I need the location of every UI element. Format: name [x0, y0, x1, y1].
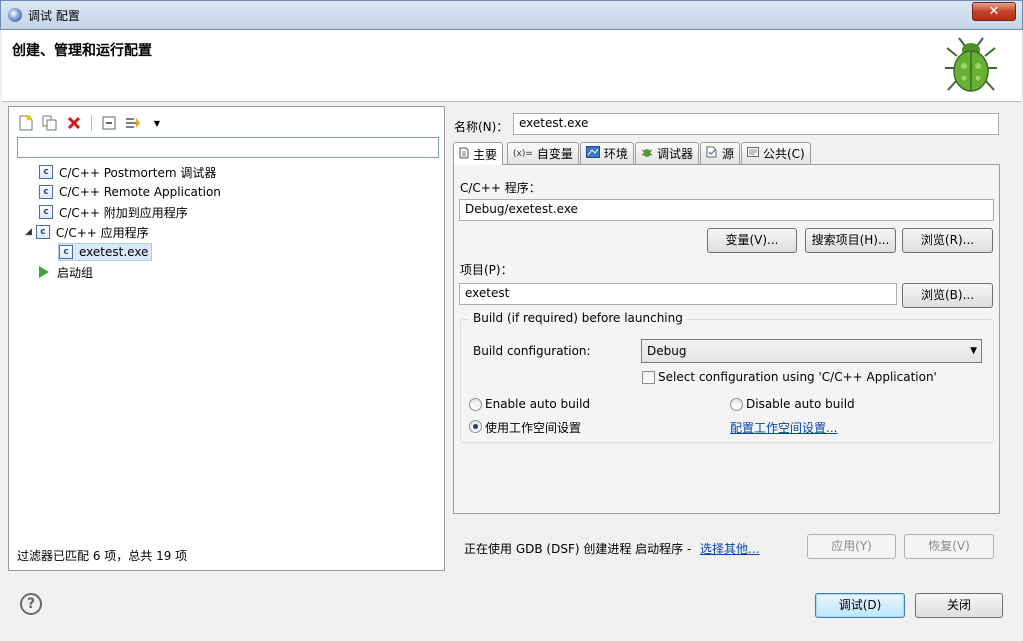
project-input[interactable]: exetest	[459, 283, 897, 305]
tree-item-label: C/C++ 附加到应用程序	[59, 205, 188, 220]
main-tab-icon	[459, 147, 469, 162]
tree-item-label: C/C++ 应用程序	[55, 225, 149, 240]
collapse-all-icon[interactable]	[100, 114, 118, 132]
main-tab-content: C/C++ 程序： Debug/exetest.exe 变量(V)... 搜索项…	[453, 164, 1000, 514]
delete-config-icon[interactable]	[65, 114, 83, 132]
tree-item-cpp-application[interactable]: ◢ c C/C++ 应用程序	[25, 223, 149, 241]
expand-collapse-icon[interactable]: ◢	[25, 227, 32, 237]
launcher-text: 正在使用 GDB (DSF) 创建进程 启动程序 -	[464, 542, 692, 556]
launch-group-icon	[39, 266, 49, 278]
debug-button[interactable]: 调试(D)	[815, 593, 905, 618]
search-project-button[interactable]: 搜索项目(H)...	[805, 228, 896, 253]
c-config-icon: c	[39, 205, 53, 219]
select-config-checkbox[interactable]	[642, 371, 655, 384]
browse-program-button[interactable]: 浏览(R)...	[902, 228, 993, 253]
tab-label: 主要	[473, 147, 498, 162]
c-config-icon: c	[39, 185, 53, 199]
tab-label: 自变量	[536, 147, 573, 161]
filter-status-text: 过滤器已匹配 6 项，总共 19 项	[17, 549, 188, 563]
tree-item-remote-application[interactable]: c C/C++ Remote Application	[39, 183, 221, 201]
window-title: 调试 配置	[28, 8, 80, 23]
tab-source[interactable]: 源	[699, 142, 740, 164]
browse-project-button[interactable]: 浏览(B)...	[902, 283, 993, 308]
tab-environment[interactable]: 环境	[579, 142, 634, 164]
tab-main[interactable]: 主要	[453, 142, 504, 165]
name-input[interactable]: exetest.exe	[513, 113, 999, 135]
header-title: 创建、管理和运行配置	[12, 43, 152, 59]
program-label: C/C++ 程序：	[460, 181, 541, 195]
tab-arguments[interactable]: (x)= 自变量	[507, 142, 579, 164]
program-input[interactable]: Debug/exetest.exe	[459, 199, 994, 221]
build-group-title: Build (if required) before launching	[469, 311, 687, 325]
environment-icon	[585, 146, 600, 161]
disable-auto-build-label: Disable auto build	[746, 397, 855, 411]
filter-menu-dropdown-icon[interactable]: ▼	[148, 114, 166, 132]
c-config-icon: c	[35, 225, 50, 239]
variables-button[interactable]: 变量(V)...	[707, 228, 797, 253]
close-button[interactable]: 关闭	[915, 593, 1003, 618]
new-config-icon[interactable]	[17, 114, 35, 132]
debugger-bug-icon	[641, 146, 653, 161]
dialog-header: 创建、管理和运行配置	[2, 30, 1021, 102]
config-tabs: 主要 (x)= 自变量 环境 调试器 源 公共(C)	[453, 142, 812, 165]
tree-item-label: C/C++ Postmortem 调试器	[59, 165, 217, 180]
tab-common[interactable]: 公共(C)	[740, 142, 811, 164]
tab-label: 公共(C)	[762, 147, 805, 161]
disable-auto-build-radio[interactable]	[730, 398, 743, 411]
chevron-down-icon: ▼	[970, 346, 977, 356]
select-other-launcher-link[interactable]: 选择其他...	[700, 540, 759, 557]
apply-button[interactable]: 应用(Y)	[807, 534, 896, 559]
tab-label: 调试器	[656, 147, 693, 161]
common-icon	[746, 146, 759, 161]
enable-auto-build-radio[interactable]	[469, 398, 482, 411]
enable-auto-build-label: Enable auto build	[485, 397, 591, 411]
tree-item-label: 启动组	[57, 265, 94, 280]
tree-item-launch-group[interactable]: 启动组	[35, 263, 93, 281]
title-bar: 调试 配置 ✕	[0, 0, 1023, 30]
tab-label: 环境	[603, 147, 628, 161]
help-icon[interactable]: ?	[20, 593, 42, 615]
source-icon	[706, 146, 718, 161]
tree-toolbar: ▼	[17, 113, 166, 133]
configuration-editor: 名称(N)： exetest.exe 主要 (x)= 自变量 环境 调试器 源 …	[449, 106, 1015, 571]
filter-input[interactable]	[17, 137, 439, 158]
tab-label: 源	[721, 147, 734, 161]
window-close-button[interactable]: ✕	[972, 2, 1016, 21]
revert-button[interactable]: 恢复(V)	[904, 534, 994, 559]
tree-item-exetest[interactable]: c exetest.exe	[58, 243, 153, 261]
build-group: Build (if required) before launching Bui…	[460, 311, 994, 443]
tree-item-postmortem[interactable]: c C/C++ Postmortem 调试器	[39, 163, 216, 181]
c-config-icon: c	[59, 245, 73, 259]
c-config-icon: c	[39, 165, 53, 179]
bug-icon	[945, 37, 997, 92]
use-workspace-settings-label: 使用工作空间设置	[485, 421, 582, 435]
project-label: 项目(P)：	[460, 263, 513, 277]
duplicate-config-icon[interactable]	[41, 114, 59, 132]
tree-item-attach[interactable]: c C/C++ 附加到应用程序	[39, 203, 188, 221]
select-config-label: Select configuration using 'C/C++ Applic…	[658, 370, 937, 384]
configuration-tree-panel: ▼ c C/C++ Postmortem 调试器 c C/C++ Remote …	[8, 106, 445, 571]
configure-workspace-link[interactable]: 配置工作空间设置...	[730, 419, 837, 436]
tree-item-label: C/C++ Remote Application	[59, 185, 221, 199]
toolbar-separator	[91, 115, 92, 131]
tab-debugger[interactable]: 调试器	[634, 142, 699, 164]
use-workspace-settings-radio[interactable]	[469, 420, 482, 433]
build-config-select[interactable]: Debug ▼	[641, 339, 982, 363]
variable-icon: (x)=	[513, 148, 533, 159]
eclipse-app-icon	[8, 8, 22, 22]
name-label: 名称(N)：	[454, 120, 509, 134]
build-config-label: Build configuration:	[473, 344, 591, 358]
filter-config-icon[interactable]	[124, 114, 142, 132]
tree-item-label: exetest.exe	[79, 245, 149, 259]
build-config-value: Debug	[647, 344, 687, 358]
